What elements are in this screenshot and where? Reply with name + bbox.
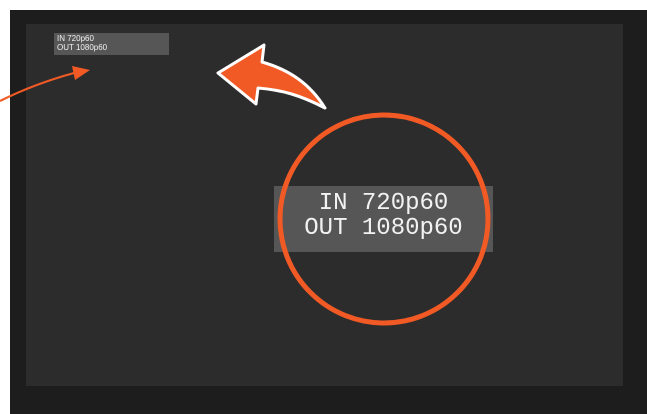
osd-output-format-magnified: OUT 1080p60 bbox=[304, 215, 463, 242]
osd-input-format-magnified: IN 720p60 bbox=[318, 190, 449, 217]
osd-input-format-small: IN 720p60 bbox=[57, 34, 94, 43]
osd-status-small: IN 720p60 OUT 1080p60 bbox=[54, 33, 169, 55]
osd-output-format-small: OUT 1080p60 bbox=[57, 43, 108, 52]
osd-status-magnified: IN 720p60 OUT 1080p60 bbox=[274, 186, 493, 252]
